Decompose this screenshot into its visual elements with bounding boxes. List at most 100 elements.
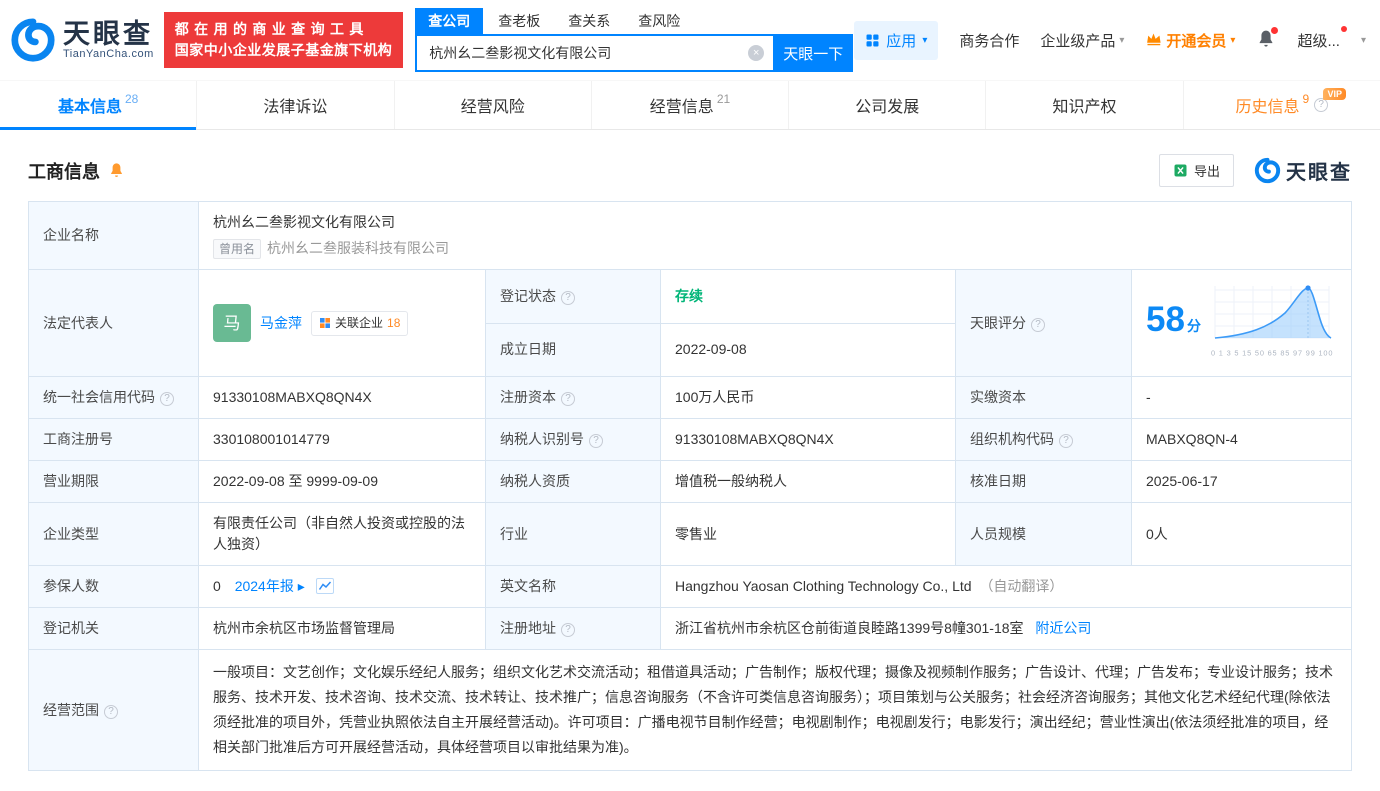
section-header: 工商信息 导出 天眼查 (28, 154, 1352, 187)
paid-capital-cell: - (1131, 376, 1352, 419)
approval-date-label: 核准日期 (955, 460, 1132, 503)
nav-enterprise-products[interactable]: 企业级产品 ▾ (1040, 30, 1124, 51)
export-label: 导出 (1193, 164, 1220, 179)
tab-operating-info[interactable]: 经营信息 21 (592, 81, 790, 129)
vip-badge: VIP (1323, 88, 1346, 100)
search-tab-boss[interactable]: 查老板 (485, 8, 553, 34)
excel-export-icon (1174, 164, 1187, 177)
scope-cell: 一般项目：文艺创作；文化娱乐经纪人服务；组织文化艺术交流活动；租借道具活动；广告… (198, 649, 1352, 771)
term-cell: 2022-09-08 至 9999-09-09 (198, 460, 486, 503)
promo-badge: 都在用的商业查询工具 国家中小企业发展子基金旗下机构 (163, 12, 404, 68)
org-code-cell: MABXQ8QN-4 (1131, 418, 1352, 461)
tab-label: 经营风险 (460, 99, 525, 116)
tab-count: 9 (1302, 92, 1310, 106)
tab-basic-info[interactable]: 基本信息 28 (0, 81, 198, 130)
status-value: 存续 (675, 287, 703, 304)
legal-rep-link[interactable]: 马金萍 (260, 313, 302, 334)
credit-code-label: 统一社会信用代码? (28, 376, 199, 419)
help-icon[interactable]: ? (1031, 317, 1045, 332)
tab-count: 28 (124, 92, 139, 106)
company-type-cell: 有限责任公司（非自然人投资或控股的法人独资） (198, 502, 486, 566)
notification-dot (1271, 26, 1279, 34)
logo-domain: TianYanCha.com (63, 48, 154, 60)
annual-report-link[interactable]: 2024年报 ▸ (235, 578, 305, 594)
taxpayer-id-label: 纳税人识别号? (485, 418, 661, 461)
legal-rep-label: 法定代表人 (28, 269, 199, 377)
tab-operating-risk[interactable]: 经营风险 (395, 81, 592, 129)
search-input[interactable] (415, 34, 774, 72)
approval-date-cell: 2025-06-17 (1131, 460, 1352, 503)
notifications-bell-icon[interactable] (1256, 26, 1279, 52)
tab-legal-proceedings[interactable]: 法律诉讼 (197, 81, 395, 129)
row-company-type: 企业类型 有限责任公司（非自然人投资或控股的法人独资） 行业 零售业 人员规模 … (28, 502, 1352, 566)
tab-history-info[interactable]: VIP 历史信息 9 ? (1184, 81, 1380, 129)
insured-value: 0 (213, 578, 221, 594)
legal-rep-avatar[interactable]: 马 (213, 304, 251, 342)
score-value: 58 分 (1146, 300, 1201, 339)
nearby-companies-link[interactable]: 附近公司 (1035, 620, 1091, 636)
help-icon[interactable]: ? (160, 392, 174, 406)
search-tab-relation[interactable]: 查关系 (555, 8, 623, 34)
related-companies-chip[interactable]: 关联企业 18 (311, 310, 409, 336)
tianyancha-logo[interactable]: 天眼查 TianYanCha.com (10, 17, 154, 63)
score-cell: 58 分 0 1 3 5 15 50 65 85 97 99 100 (1131, 269, 1352, 377)
address-cell: 浙江省杭州市余杭区仓前街道良睦路1399号8幢301-18室 附近公司 (660, 607, 1352, 650)
watermark-logo: 天眼查 (1254, 156, 1352, 185)
score-axis-labels: 0 1 3 5 15 50 65 85 97 99 100 (1210, 349, 1334, 358)
apps-menu[interactable]: 应用 ▾ (854, 20, 939, 60)
term-label: 营业期限 (28, 460, 199, 503)
monitor-bell-icon[interactable] (108, 162, 125, 182)
search-tab-company[interactable]: 查公司 (415, 8, 484, 34)
insured-trend-chart-icon[interactable] (315, 578, 334, 594)
help-icon[interactable]: ? (1059, 434, 1073, 448)
logo-swirl-icon (11, 18, 55, 62)
related-companies-icon (320, 318, 330, 328)
company-tabstrip: 基本信息 28 法律诉讼 经营风险 经营信息 21 公司发展 知识产权 VIP … (0, 80, 1380, 130)
user-account[interactable]: 超级... (1297, 25, 1347, 51)
org-code-label: 组织机构代码? (955, 418, 1132, 461)
promo-line1: 都在用的商业查询工具 (174, 21, 369, 37)
help-icon[interactable]: ? (1314, 98, 1329, 112)
nav-open-vip[interactable]: 开通会员 ▾ (1145, 30, 1235, 51)
search-tab-risk[interactable]: 查风险 (625, 8, 693, 34)
row-reg-number: 工商注册号 330108001014779 纳税人识别号? 91330108MA… (28, 418, 1352, 461)
tab-company-development[interactable]: 公司发展 (789, 81, 987, 129)
export-button[interactable]: 导出 (1158, 154, 1234, 187)
industry-cell: 零售业 (660, 502, 956, 566)
row-company-name: 企业名称 杭州幺二叁影视文化有限公司 曾用名 杭州幺二叁服装科技有限公司 (28, 201, 1352, 270)
established-label: 成立日期 (485, 322, 661, 377)
authority-label: 登记机关 (28, 607, 199, 650)
apps-label: 应用 (886, 32, 917, 50)
chevron-down-icon: ▾ (922, 34, 928, 46)
related-companies-label: 关联企业 (335, 315, 384, 330)
account-chevron-down-icon[interactable]: ▾ (1361, 35, 1366, 46)
help-icon[interactable]: ? (561, 290, 575, 305)
nav-cooperation[interactable]: 商务合作 (959, 30, 1019, 51)
section-title: 工商信息 (28, 161, 100, 182)
row-business-term: 营业期限 2022-09-08 至 9999-09-09 纳税人资质 增值税一般… (28, 460, 1352, 503)
help-icon[interactable]: ? (561, 392, 575, 406)
company-name-label: 企业名称 (28, 201, 199, 270)
row-authority-address: 登记机关 杭州市余杭区市场监督管理局 注册地址? 浙江省杭州市余杭区仓前街道良睦… (28, 607, 1352, 650)
auto-translate-note: （自动翻译） (979, 578, 1064, 594)
tab-count: 21 (716, 92, 731, 106)
tab-label: 历史信息 (1235, 99, 1300, 116)
scope-label: 经营范围? (28, 649, 199, 771)
paid-capital-label: 实缴资本 (955, 376, 1132, 419)
tab-label: 公司发展 (855, 99, 920, 116)
taxpayer-id-cell: 91330108MABXQ8QN4X (660, 418, 956, 461)
score-distribution-chart: 0 1 3 5 15 50 65 85 97 99 100 (1211, 280, 1360, 366)
chevron-down-icon: ▾ (1119, 34, 1125, 46)
english-name-value: Hangzhou Yaosan Clothing Technology Co.,… (675, 578, 972, 594)
search-button[interactable]: 天眼一下 (773, 34, 854, 72)
company-name-value: 杭州幺二叁影视文化有限公司 (213, 214, 395, 230)
tab-intellectual-property[interactable]: 知识产权 (986, 81, 1184, 129)
help-icon[interactable]: ? (589, 434, 603, 448)
help-icon[interactable]: ? (561, 623, 575, 637)
reg-capital-label: 注册资本? (485, 376, 661, 419)
row-credit-code: 统一社会信用代码? 91330108MABXQ8QN4X 注册资本? 100万人… (28, 376, 1352, 419)
reg-capital-cell: 100万人民币 (660, 376, 956, 419)
help-icon[interactable]: ? (104, 704, 118, 719)
taxpayer-quality-cell: 增值税一般纳税人 (660, 460, 956, 503)
reg-no-label: 工商注册号 (28, 418, 199, 461)
